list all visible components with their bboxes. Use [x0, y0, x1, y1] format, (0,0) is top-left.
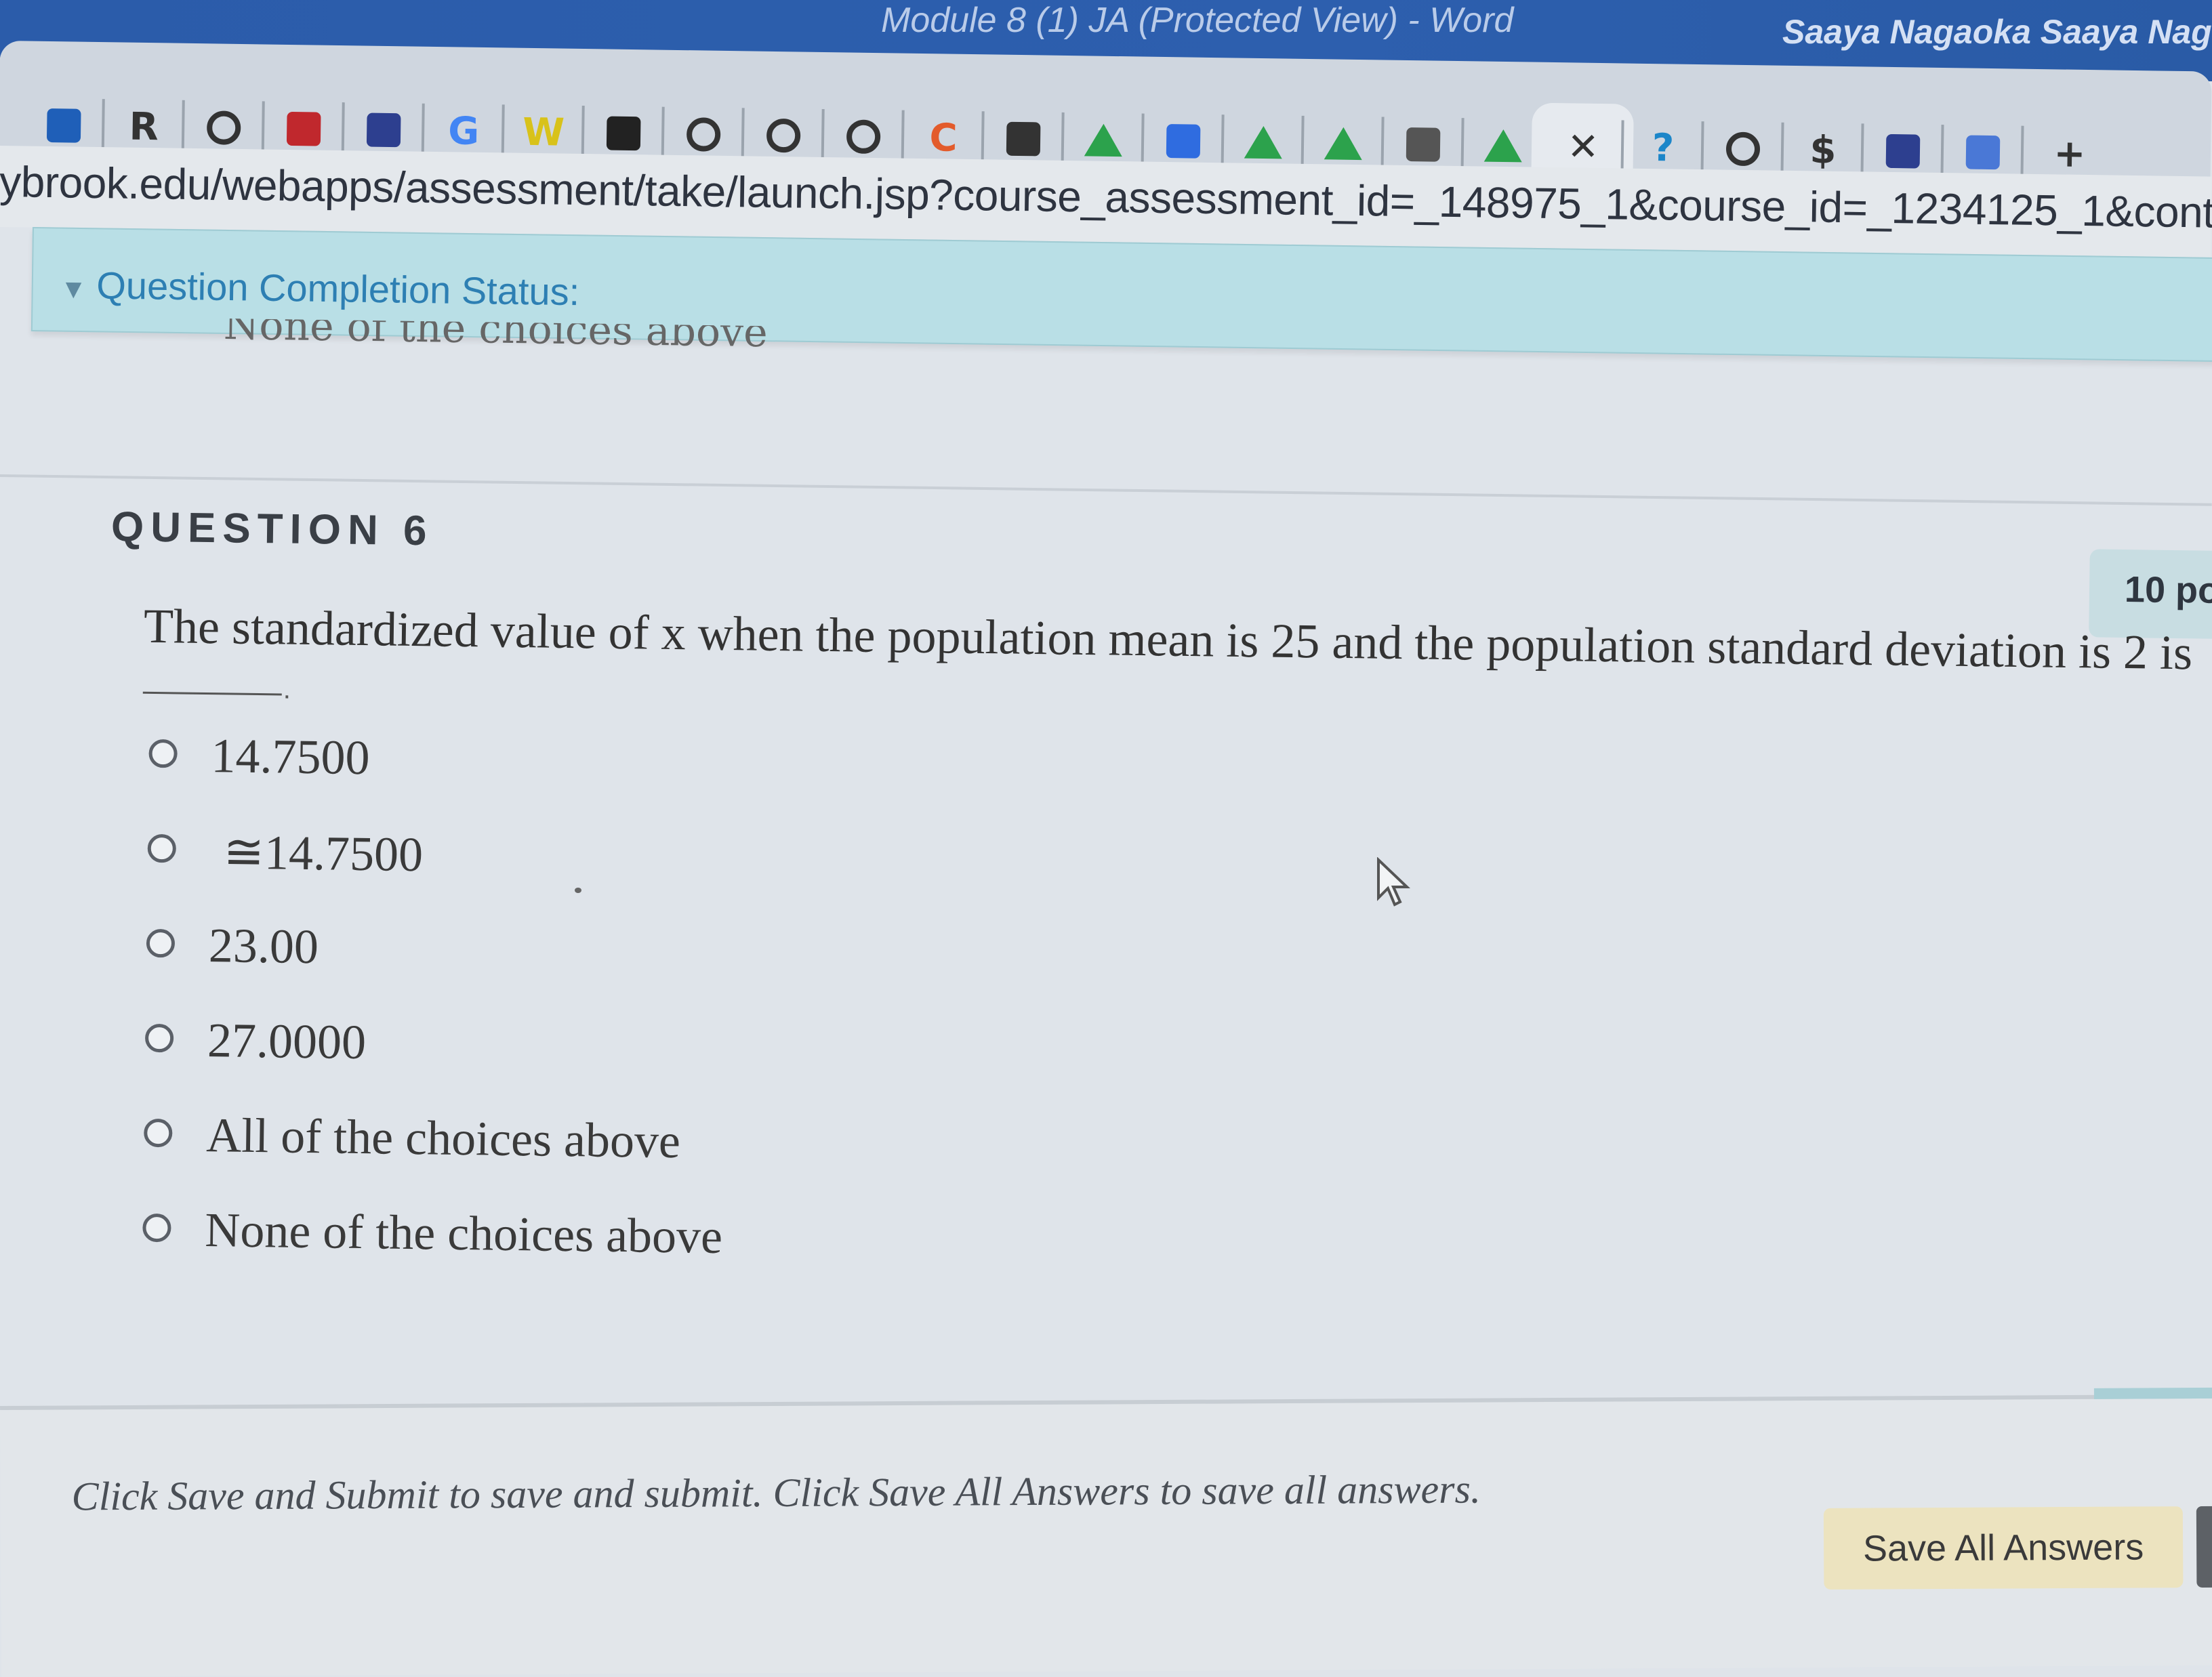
footer-instruction: Click Save and Submit to save and submit…: [71, 1466, 1481, 1519]
tab-separator: [2020, 125, 2024, 179]
answer-blank-period: .: [283, 674, 291, 705]
radio-button[interactable]: [147, 833, 177, 863]
radio-button[interactable]: [148, 739, 178, 768]
radio-button[interactable]: [144, 1118, 173, 1148]
screen-speck: [575, 888, 581, 893]
chrome-icon-shape: [206, 110, 241, 145]
tab-separator: [821, 108, 825, 162]
answer-option[interactable]: 14.7500: [148, 727, 370, 802]
film-icon-shape: [1006, 121, 1041, 157]
tab-separator: [1300, 115, 1305, 169]
question-completion-status-toggle[interactable]: ▼ Question Completion Status:: [60, 263, 579, 314]
radio-button[interactable]: [146, 928, 176, 958]
answer-option[interactable]: All of the choices above: [143, 1106, 680, 1181]
answer-option-label[interactable]: 14.7500: [211, 728, 370, 786]
shield-icon-shape: [286, 111, 321, 146]
google-drive-icon-shape: [1244, 125, 1283, 159]
tab-separator: [501, 104, 505, 158]
answer-option-label[interactable]: ≅14.7500: [223, 823, 423, 883]
answer-option-label[interactable]: None of the choices above: [205, 1202, 723, 1265]
tab-separator: [1221, 115, 1225, 168]
tab-separator: [901, 110, 905, 163]
tab-separator: [581, 105, 585, 159]
question-block: QUESTION 6 10 po The standardized value …: [0, 474, 2212, 1452]
answer-option[interactable]: None of the choices above: [142, 1201, 723, 1276]
google-docs-icon-shape: [1166, 124, 1201, 159]
status-label: Question Completion Status:: [96, 264, 580, 314]
tab-separator: [1780, 122, 1784, 175]
globe-icon-shape: [686, 117, 721, 152]
assessment-footer: Click Save and Submit to save and submit…: [0, 1387, 2212, 1677]
tab-separator: [1061, 112, 1065, 165]
answer-option-label[interactable]: 27.0000: [207, 1012, 367, 1071]
save-and-submit-button-edge[interactable]: [2196, 1506, 2212, 1588]
tab-separator: [1700, 121, 1704, 175]
globe-icon-shape: [1725, 131, 1761, 167]
question-divider: [0, 474, 2212, 506]
badge-star-icon-shape: [366, 112, 401, 148]
footer-accent: [2093, 1387, 2212, 1399]
tab-separator: [1940, 125, 1944, 178]
badge-star-icon-shape: [1885, 133, 1921, 169]
translate-icon-shape: [1965, 135, 2001, 170]
chevron-down-icon: ▼: [60, 274, 87, 305]
question-text: The standardized value of x when the pop…: [143, 598, 2193, 680]
chrome-icon-shape: [766, 118, 801, 153]
word-user-name: Saaya Nagaoka Saaya Nagaoka: [1782, 13, 2212, 51]
radio-button[interactable]: [144, 1023, 174, 1053]
google-drive-icon-shape: [1084, 123, 1123, 157]
question-heading: QUESTION 6: [110, 503, 434, 555]
tab-separator: [981, 111, 985, 165]
save-all-answers-button[interactable]: Save All Answers: [1823, 1506, 2184, 1590]
tab-separator: [341, 102, 345, 156]
answer-blank: [142, 691, 282, 696]
answer-option[interactable]: 27.0000: [144, 1012, 367, 1086]
answer-option-label[interactable]: All of the choices above: [206, 1107, 681, 1169]
tab-separator: [421, 103, 425, 157]
tab-separator: [1860, 123, 1864, 177]
answer-option-label[interactable]: 23.00: [208, 917, 319, 975]
mouse-pointer-icon: [1377, 857, 1410, 907]
tab-separator: [1460, 118, 1465, 171]
google-drive-icon-shape: [1324, 127, 1363, 161]
tab-separator: [1380, 117, 1385, 170]
google-drive-icon-shape: [1483, 129, 1523, 163]
book-icon-shape: [1406, 127, 1441, 162]
tab-separator: [1141, 113, 1145, 167]
word-document-title: Module 8 (1) JA (Protected View) - Word: [881, 1, 1514, 40]
square-logo-icon-shape: [46, 108, 81, 143]
tab-separator: [181, 100, 185, 153]
radio-button[interactable]: [142, 1213, 171, 1243]
tab-separator: [661, 106, 665, 160]
tab-separator: [101, 99, 105, 152]
chrome-icon-shape: [846, 119, 881, 154]
tab-separator: [741, 108, 745, 161]
diamond-icon-shape: [606, 116, 641, 151]
answer-option[interactable]: ≅14.7500: [147, 822, 424, 896]
tab-separator: [261, 101, 265, 154]
